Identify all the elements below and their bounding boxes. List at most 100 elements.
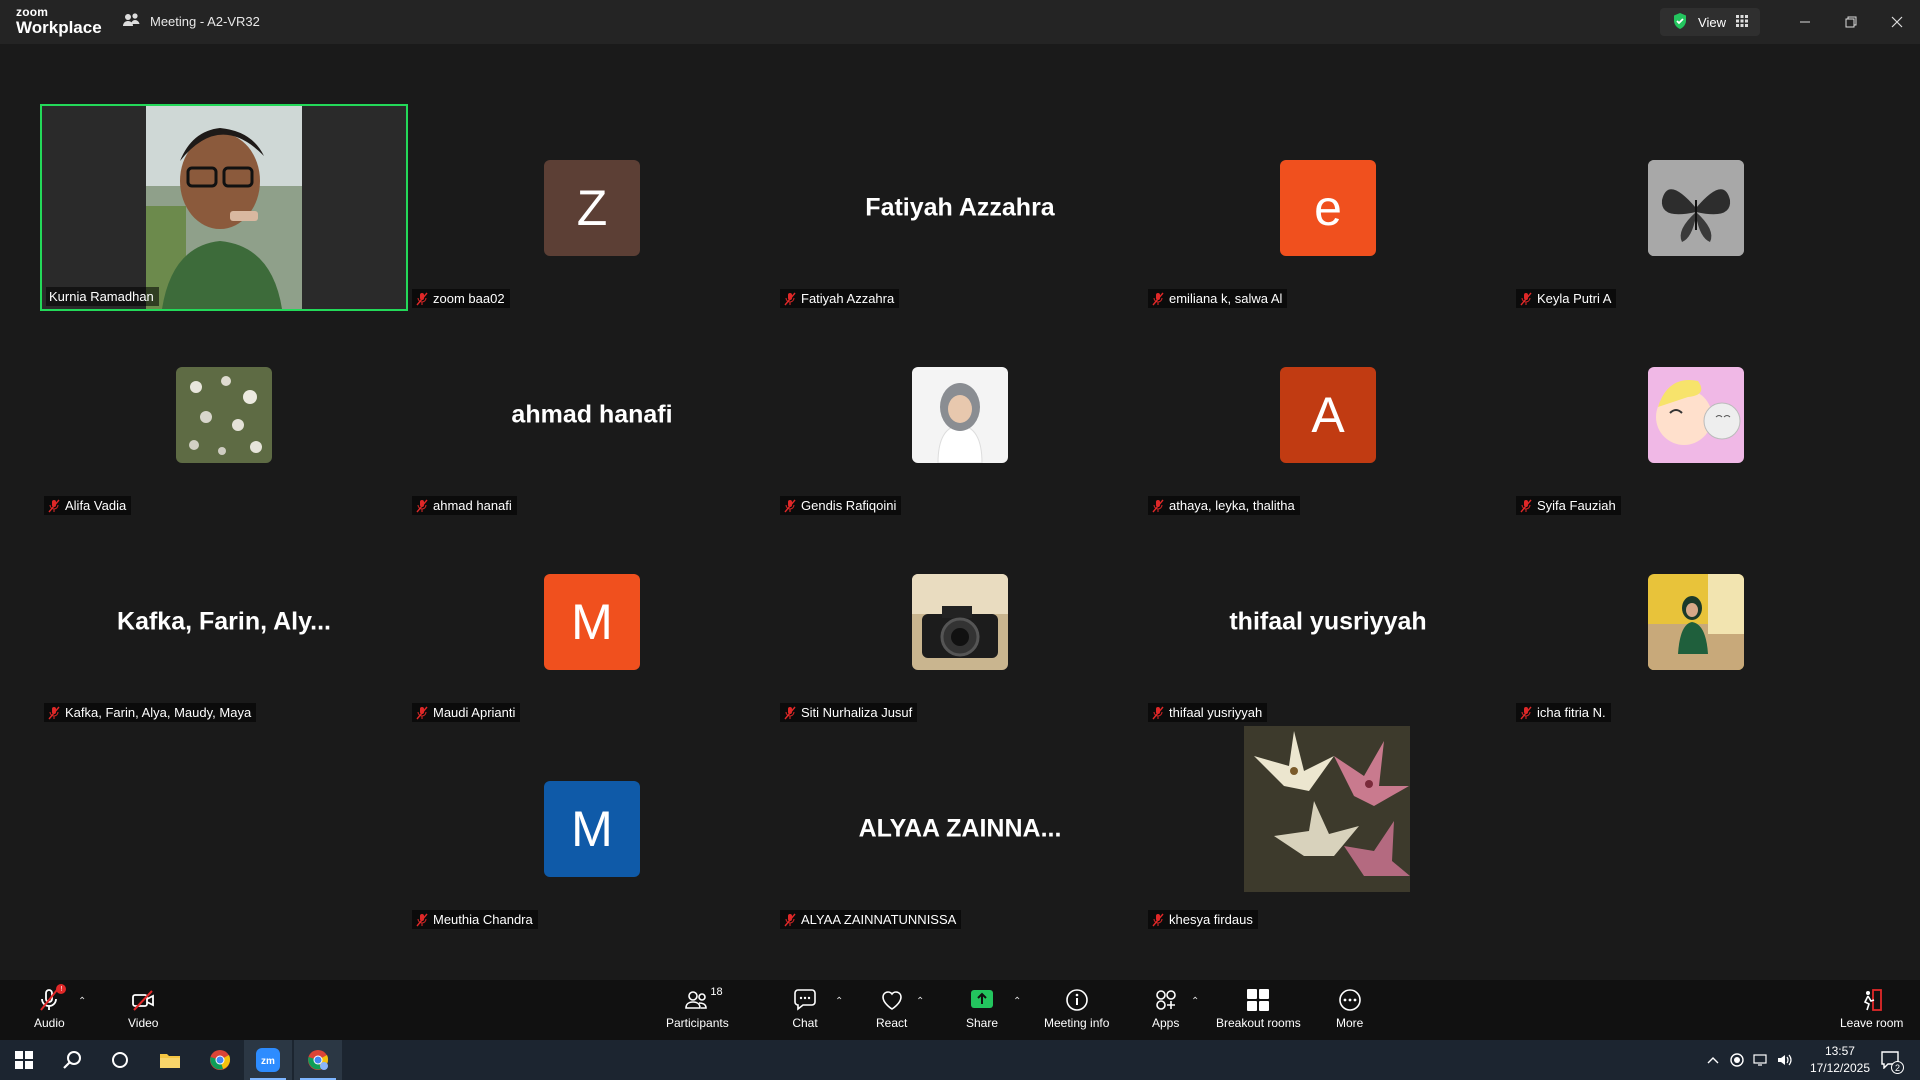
video-button[interactable]: Video (128, 986, 158, 1036)
more-button[interactable]: More (1336, 986, 1363, 1036)
record-circle-icon (1730, 1053, 1744, 1067)
person-photo-image (1648, 573, 1744, 670)
participant-nameplate: ALYAA ZAINNATUNNISSA (780, 910, 962, 929)
participant-tile[interactable]: M Maudi Aprianti (408, 518, 776, 725)
participant-tile[interactable]: Siti Nurhaliza Jusuf (776, 518, 1144, 725)
chrome-icon (210, 1050, 231, 1070)
close-button[interactable] (1874, 0, 1920, 44)
zoom-app-icon: zm (256, 1048, 280, 1072)
participant-tile[interactable]: Keyla Putri A (1512, 104, 1880, 311)
mic-muted-icon (1152, 706, 1164, 719)
start-button[interactable] (0, 1040, 48, 1080)
breakout-rooms-icon (1247, 989, 1270, 1011)
video-off-icon (132, 990, 155, 1011)
participant-tile[interactable]: khesya firdaus (1144, 725, 1512, 932)
mic-muted-icon (784, 913, 796, 926)
system-clock[interactable]: 13:57 17/12/2025 (1810, 1043, 1870, 1077)
mic-muted-icon (1520, 292, 1532, 305)
mic-muted-icon (416, 913, 428, 926)
audio-button[interactable]: ! Audio (34, 984, 67, 1036)
volume-tray-button[interactable] (1774, 1040, 1796, 1080)
chrome-profile-button[interactable] (294, 1040, 342, 1080)
meeting-info-label: Meeting info (1044, 1016, 1110, 1030)
chat-label: Chat (792, 1016, 818, 1030)
share-button[interactable]: Share (966, 986, 998, 1036)
participant-nameplate: Kafka, Farin, Alya, Maudy, Maya (44, 703, 257, 722)
participant-nameplate: Meuthia Chandra (412, 910, 538, 929)
participant-display-name: Fatiyah Azzahra (865, 193, 1055, 221)
avatar-letter: M (571, 593, 613, 650)
letter-avatar: M (544, 780, 640, 877)
react-options-caret[interactable]: ⌃ (916, 996, 924, 1007)
lilies-image (1244, 726, 1410, 892)
participant-tile[interactable]: ALYAA ZAINNA... ALYAA ZAINNATUNNISSA (776, 725, 1144, 932)
meeting-info-button[interactable]: Meeting info (1044, 986, 1109, 1036)
react-button[interactable]: React (876, 986, 907, 1036)
participant-tile[interactable]: thifaal yusriyyah thifaal yusriyyah (1144, 518, 1512, 725)
notifications-button[interactable]: 2 (1876, 1040, 1906, 1080)
chrome-profile-icon (308, 1050, 329, 1070)
minimize-button[interactable] (1782, 0, 1828, 44)
participant-tile[interactable]: Z zoom baa02 (408, 104, 776, 311)
show-hidden-icons-button[interactable] (1702, 1040, 1724, 1080)
title-bar: zoom Workplace Meeting - A2-VR32 View (0, 0, 1920, 44)
meeting-title[interactable]: Meeting - A2-VR32 (122, 12, 260, 31)
webcam-video-image (42, 106, 406, 309)
folder-icon (160, 1054, 180, 1068)
svg-text:zm: zm (261, 1056, 275, 1067)
letter-avatar: Z (544, 159, 640, 256)
search-button[interactable] (48, 1040, 96, 1080)
mic-muted-icon (1152, 292, 1164, 305)
participant-tile[interactable]: ahmad hanafi ahmad hanafi (408, 311, 776, 518)
participant-tile[interactable]: Alifa Vadia (40, 311, 408, 518)
participant-display-name: ahmad hanafi (511, 400, 673, 428)
participant-tile[interactable]: Syifa Fauziah (1512, 311, 1880, 518)
record-tray-button[interactable] (1726, 1040, 1748, 1080)
participant-name: zoom baa02 (433, 291, 505, 306)
shield-check-icon (1672, 12, 1688, 33)
apps-button[interactable]: Apps (1152, 986, 1179, 1036)
meeting-toolbar: ! Audio ⌃ Video 18 Participants Chat ⌃ R… (0, 980, 1920, 1040)
file-explorer-button[interactable] (146, 1040, 194, 1080)
participant-tile[interactable]: A athaya, leyka, thalitha (1144, 311, 1512, 518)
restore-button[interactable] (1828, 0, 1874, 44)
participant-name: Alifa Vadia (65, 498, 127, 513)
chrome-button[interactable] (196, 1040, 244, 1080)
leave-room-button[interactable]: Leave room (1840, 986, 1903, 1036)
participant-nameplate: Maudi Aprianti (412, 703, 521, 722)
participant-nameplate: thifaal yusriyyah (1148, 703, 1268, 722)
audio-options-caret[interactable]: ⌃ (78, 996, 86, 1007)
network-tray-button[interactable] (1750, 1040, 1772, 1080)
participant-tile[interactable]: icha fitria N. (1512, 518, 1880, 725)
participant-name: athaya, leyka, thalitha (1169, 498, 1295, 513)
participants-button[interactable]: 18 Participants (666, 986, 729, 1036)
participant-name: Kurnia Ramadhan (49, 289, 154, 304)
participant-tile[interactable]: Kurnia Ramadhan (40, 104, 408, 311)
share-label: Share (966, 1016, 999, 1030)
audio-label: Audio (34, 1016, 65, 1030)
chat-icon (794, 989, 816, 1011)
search-icon (63, 1051, 81, 1069)
participant-tile[interactable]: M Meuthia Chandra (408, 725, 776, 932)
participant-name: Maudi Aprianti (433, 705, 516, 720)
participant-nameplate: icha fitria N. (1516, 703, 1611, 722)
grid-icon (1736, 14, 1748, 30)
participant-display-name: ALYAA ZAINNA... (858, 814, 1062, 842)
task-view-button[interactable] (96, 1040, 144, 1080)
view-button[interactable]: View (1660, 8, 1760, 36)
breakout-rooms-label: Breakout rooms (1216, 1016, 1301, 1030)
logo-line1: zoom (16, 5, 49, 19)
windows-taskbar: zm 13:57 17/12/2025 2 (0, 1040, 1920, 1080)
participant-tile[interactable]: Gendis Rafiqoini (776, 311, 1144, 518)
participant-name: icha fitria N. (1537, 705, 1606, 720)
breakout-rooms-button[interactable]: Breakout rooms (1216, 986, 1301, 1036)
participant-tile[interactable]: e emiliana k, salwa Al (1144, 104, 1512, 311)
zoom-taskbar-button[interactable]: zm (244, 1040, 292, 1080)
chat-button[interactable]: Chat (792, 986, 818, 1036)
mic-muted-icon (48, 499, 60, 512)
apps-options-caret[interactable]: ⌃ (1191, 996, 1199, 1007)
participant-tile[interactable]: Kafka, Farin, Aly... Kafka, Farin, Alya,… (40, 518, 408, 725)
chat-options-caret[interactable]: ⌃ (835, 996, 843, 1007)
participant-tile[interactable]: Fatiyah Azzahra Fatiyah Azzahra (776, 104, 1144, 311)
share-options-caret[interactable]: ⌃ (1013, 996, 1021, 1007)
